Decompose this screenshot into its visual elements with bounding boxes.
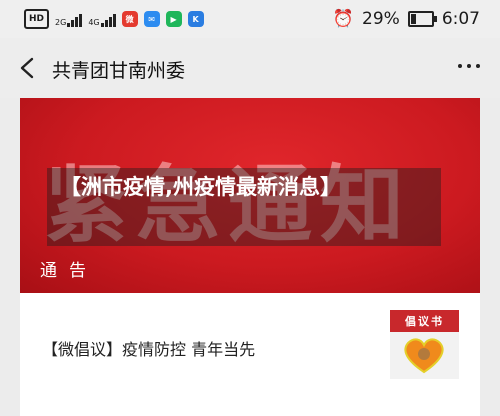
status-right: ⏰ 29% 6:07 <box>333 9 480 29</box>
article-item[interactable]: 【微倡议】疫情防控 青年当先 倡议书 <box>20 293 480 416</box>
dot-icon <box>476 64 480 68</box>
nav-bar: 共青团甘南州委 <box>0 38 500 98</box>
more-options-button[interactable] <box>458 64 480 68</box>
status-bar: HD 2G 4G 微 ✉ ▶ K ⏰ 29% 6:07 <box>0 0 500 38</box>
battery-level <box>410 14 416 24</box>
signal-icon: 2G <box>55 11 83 27</box>
status-left: HD 2G 4G 微 ✉ ▶ K <box>24 9 204 29</box>
signal-label: 2G <box>55 18 67 27</box>
chevron-left-icon <box>20 57 34 79</box>
video-app-icon: ▶ <box>165 11 182 27</box>
signal-icon-2: 4G <box>88 11 116 27</box>
message-app-icon: ✉ <box>143 11 160 27</box>
page-title: 共青团甘南州委 <box>52 60 186 82</box>
clock: 6:07 <box>441 9 480 29</box>
k-app-icon: K <box>187 11 204 27</box>
article-card[interactable]: 紧急通知 通告 【微倡议】疫情防控 青年当先 倡议书 <box>20 98 480 416</box>
banner-notice-word: 通告 <box>40 261 98 281</box>
battery-icon <box>407 11 437 27</box>
signal-label-2: 4G <box>88 18 100 27</box>
back-button[interactable] <box>12 50 42 86</box>
article-thumbnail[interactable]: 倡议书 <box>390 310 459 379</box>
hd-badge: HD <box>24 9 50 29</box>
article-title[interactable]: 【微倡议】疫情防控 青年当先 <box>42 336 255 360</box>
thumbnail-label: 倡议书 <box>390 310 459 332</box>
overlay-title[interactable]: 【洲市疫情,州疫情最新消息】 <box>60 172 410 203</box>
dot-icon <box>467 64 471 68</box>
weibo-app-icon: 微 <box>121 11 138 27</box>
alarm-icon: ⏰ <box>332 9 355 29</box>
heart-icon <box>404 338 444 374</box>
battery-percent: 29% <box>362 9 400 29</box>
dot-icon <box>458 64 462 68</box>
